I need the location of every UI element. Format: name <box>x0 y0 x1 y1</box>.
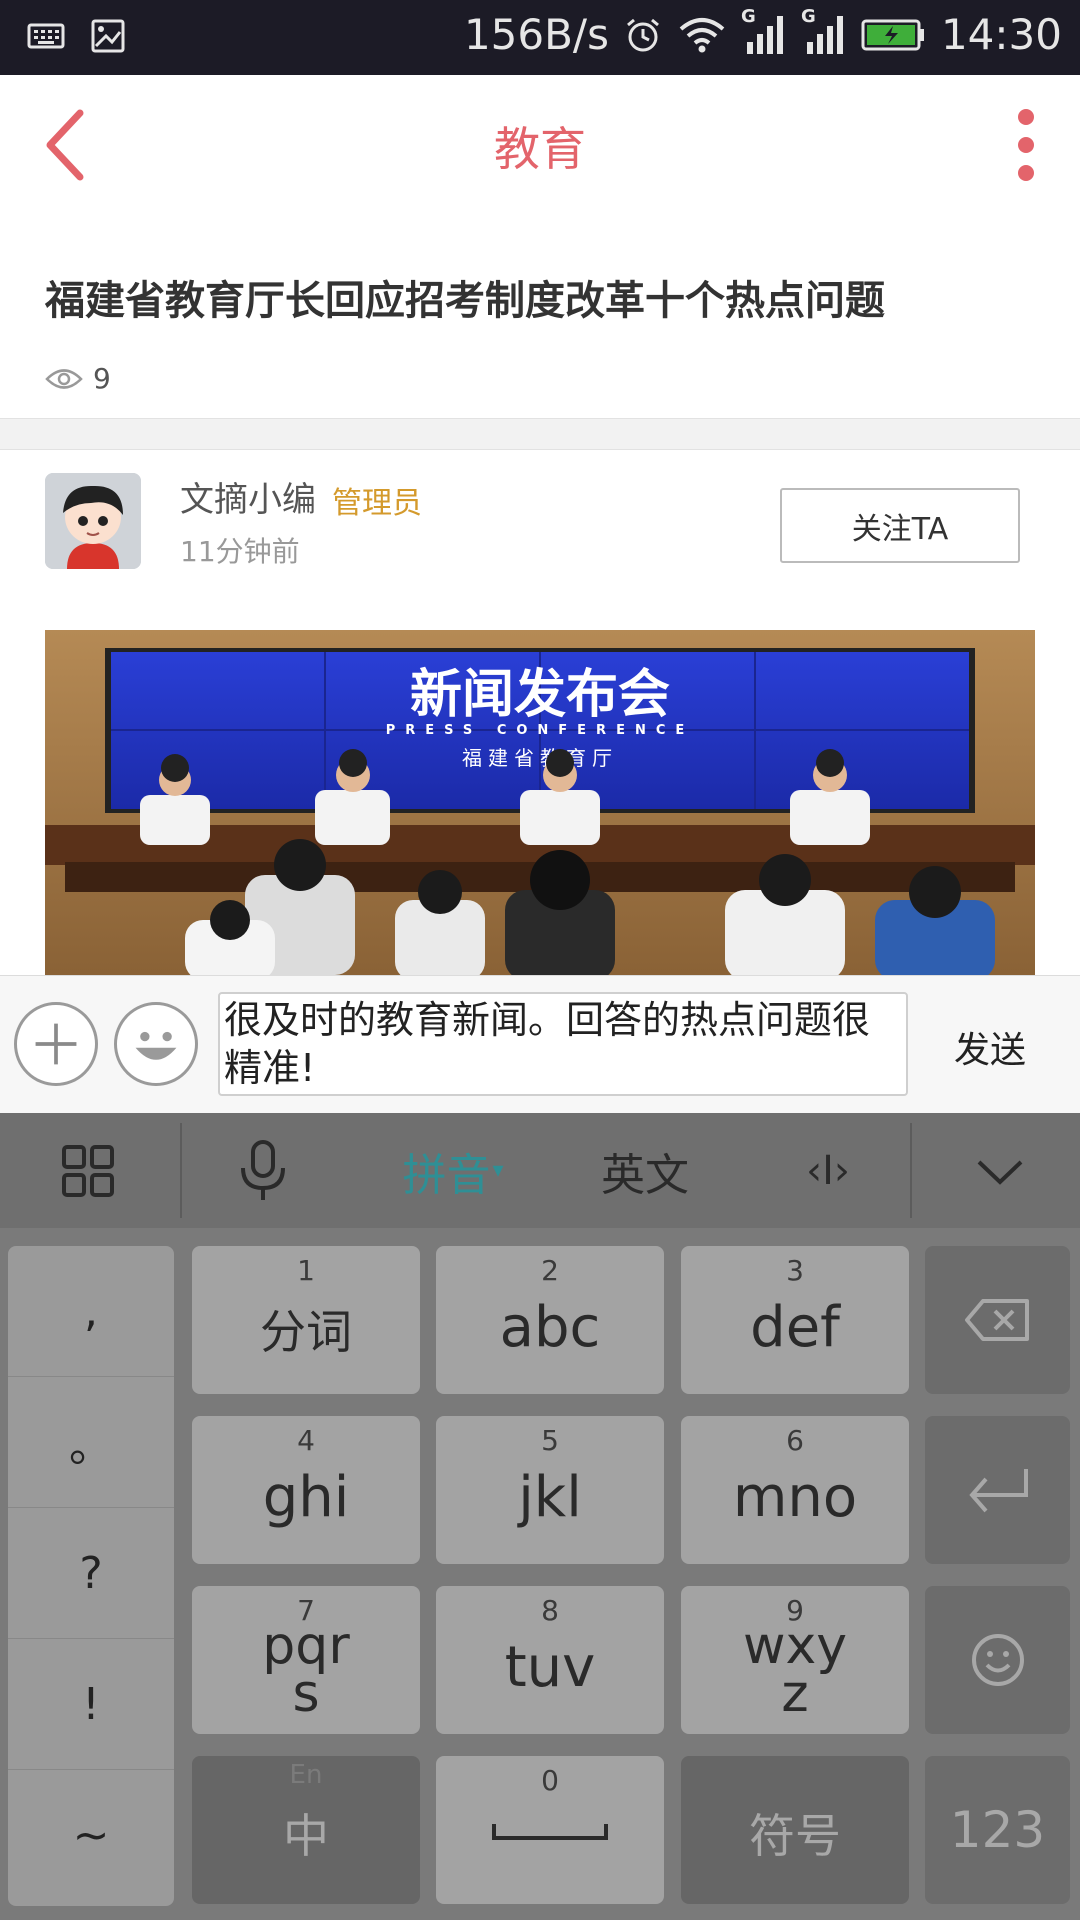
key-label: wxy z <box>681 1620 909 1720</box>
keyboard: , 。 ? ! ~ 1 分词 2 abc 3 def 4 ghi 5 jkl 6… <box>0 1228 1080 1920</box>
numbers-key[interactable]: 123 <box>925 1756 1070 1904</box>
grid-menu-icon[interactable] <box>40 1113 136 1228</box>
punct-period-key[interactable]: 。 <box>8 1377 174 1508</box>
key-number: 8 <box>541 1594 559 1627</box>
key-hint: En <box>289 1760 323 1790</box>
plus-icon[interactable] <box>14 1002 98 1086</box>
view-counter: 9 <box>45 362 111 395</box>
follow-button[interactable]: 关注TA <box>780 488 1020 563</box>
signal-1: G <box>741 6 787 58</box>
dropdown-caret-icon: ▾ <box>492 1158 504 1183</box>
key-number: 3 <box>786 1254 804 1287</box>
key-8[interactable]: 8 tuv <box>436 1586 664 1734</box>
pinyin-label: 拼音 <box>402 1149 491 1201</box>
key-label: 分词 <box>260 1305 352 1359</box>
key-1[interactable]: 1 分词 <box>192 1246 420 1394</box>
wifi-icon <box>679 17 725 52</box>
comment-bar: 很及时的教育新闻。回答的热点问题很精准! 发送 <box>0 975 1080 1113</box>
image-icon <box>91 19 125 53</box>
emoji-icon[interactable] <box>114 1002 198 1086</box>
article-photo[interactable]: 新闻发布会 PRESS CONFERENCE 福建省教育厅 <box>45 630 1035 975</box>
eye-icon <box>45 368 83 389</box>
banner-subtitle-en: PRESS CONFERENCE <box>386 723 695 738</box>
emoji-key[interactable] <box>925 1586 1070 1734</box>
key-9[interactable]: 9 wxy z <box>681 1586 909 1734</box>
microphone-icon[interactable] <box>218 1113 308 1228</box>
network-badge-1: G <box>740 5 756 27</box>
status-bar: 156B/s G G 14:30 <box>0 0 1080 75</box>
key-number: 1 <box>297 1254 315 1287</box>
key-label: 符号 <box>749 1809 841 1863</box>
network-speed: 156B/s <box>463 10 609 59</box>
more-vertical-icon[interactable] <box>1014 105 1038 185</box>
network-badge-2: G <box>800 5 816 27</box>
avatar-image <box>45 473 141 569</box>
punct-tilde-key[interactable]: ~ <box>8 1770 174 1901</box>
key-4[interactable]: 4 ghi <box>192 1416 420 1564</box>
author-role-badge: 管理员 <box>332 486 422 521</box>
article-title: 福建省教育厅长回应招考制度改革十个热点问题 <box>45 278 885 324</box>
status-left-icons <box>26 16 128 56</box>
toolbar-separator <box>910 1123 912 1218</box>
punct-exclaim-key[interactable]: ! <box>8 1639 174 1770</box>
key-number: 4 <box>297 1424 315 1457</box>
key-label: pqr s <box>192 1620 420 1720</box>
key-label: ghi <box>262 1465 350 1530</box>
enter-key[interactable] <box>925 1416 1070 1564</box>
key-label: 中 <box>283 1809 329 1863</box>
avatar[interactable] <box>45 473 141 569</box>
keyboard-toolbar: 拼音 ▾ 英文 ‹I› <box>0 1113 1080 1228</box>
key-label-line2: s <box>292 1664 320 1724</box>
punct-question-key[interactable]: ? <box>8 1508 174 1639</box>
app-header: 教育 <box>0 75 1080 210</box>
collapse-keyboard-icon[interactable] <box>955 1113 1045 1228</box>
key-number: 0 <box>541 1764 559 1797</box>
chinese-key[interactable]: En 中 <box>192 1756 420 1904</box>
send-button[interactable]: 发送 <box>930 1021 1050 1073</box>
space-bar-icon <box>492 1824 608 1840</box>
signal-2: G <box>801 6 847 58</box>
key-number: 5 <box>541 1424 559 1457</box>
key-7[interactable]: 7 pqr s <box>192 1586 420 1734</box>
clock: 14:30 <box>940 10 1062 59</box>
english-mode-tab[interactable]: 英文 <box>585 1113 705 1228</box>
key-2[interactable]: 2 abc <box>436 1246 664 1394</box>
banner-title: 新闻发布会 <box>410 664 670 725</box>
key-label: tuv <box>504 1635 596 1700</box>
comment-input[interactable]: 很及时的教育新闻。回答的热点问题很精准! <box>218 992 908 1096</box>
enter-icon <box>968 1469 1028 1513</box>
key-6[interactable]: 6 mno <box>681 1416 909 1564</box>
view-count: 9 <box>93 362 111 395</box>
backspace-icon <box>964 1299 1029 1341</box>
space-key[interactable]: 0 <box>436 1756 664 1904</box>
post-time: 11分钟前 <box>180 535 300 568</box>
section-divider <box>0 418 1080 450</box>
symbols-key[interactable]: 符号 <box>681 1756 909 1904</box>
key-label: mno <box>732 1465 858 1530</box>
toolbar-separator <box>180 1123 182 1218</box>
pinyin-mode-tab[interactable]: 拼音 ▾ <box>388 1113 518 1228</box>
key-3[interactable]: 3 def <box>681 1246 909 1394</box>
press-conference-image: 新闻发布会 PRESS CONFERENCE 福建省教育厅 <box>45 630 1035 975</box>
battery-charging-icon <box>861 19 924 50</box>
key-number: 2 <box>541 1254 559 1287</box>
keyboard-icon <box>27 23 65 49</box>
page-title: 教育 <box>494 122 586 176</box>
alarm-icon <box>626 18 659 51</box>
key-number: 6 <box>786 1424 804 1457</box>
key-label-line2: z <box>781 1664 809 1724</box>
banner-subtitle-cn: 福建省教育厅 <box>462 746 618 770</box>
cursor-control-icon[interactable]: ‹I› <box>778 1113 878 1228</box>
smiley-icon <box>971 1634 1024 1686</box>
status-right: 156B/s G G 14:30 <box>463 6 1062 60</box>
key-label: def <box>750 1295 840 1360</box>
key-label: abc <box>499 1295 601 1360</box>
punct-comma-key[interactable]: , <box>8 1246 174 1377</box>
key-5[interactable]: 5 jkl <box>436 1416 664 1564</box>
author-name[interactable]: 文摘小编 <box>180 472 316 521</box>
backspace-key[interactable] <box>925 1246 1070 1394</box>
punctuation-column: , 。 ? ! ~ <box>8 1246 174 1906</box>
key-label: jkl <box>518 1465 582 1530</box>
